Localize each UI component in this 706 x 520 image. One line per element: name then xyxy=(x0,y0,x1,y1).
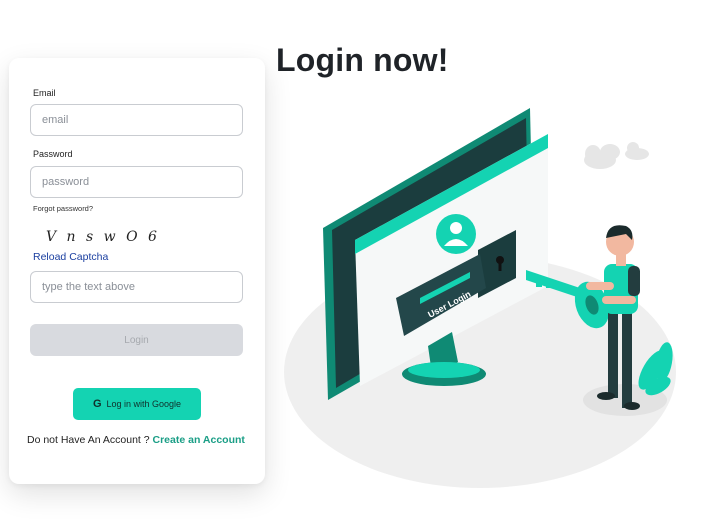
cloud-icon xyxy=(584,144,620,169)
cloud-icon xyxy=(625,142,649,160)
password-label: Password xyxy=(33,149,73,159)
captcha-input[interactable] xyxy=(30,271,243,303)
signup-row: Do not Have An Account ? Create an Accou… xyxy=(27,434,251,446)
signup-prompt: Do not Have An Account ? xyxy=(27,434,150,446)
login-page: Login now! Email Password Forgot passwor… xyxy=(0,0,706,520)
login-card: Email Password Forgot password? V n s w … xyxy=(9,58,265,484)
google-icon: G xyxy=(92,398,102,410)
reload-captcha-link[interactable]: Reload Captcha xyxy=(33,251,108,263)
email-label: Email xyxy=(33,88,56,98)
google-login-button[interactable]: G Log in with Google xyxy=(73,388,201,420)
forgot-password-link[interactable]: Forgot password? xyxy=(33,204,93,213)
page-title: Login now! xyxy=(276,42,449,78)
email-field[interactable] xyxy=(30,104,243,136)
login-illustration: User Login xyxy=(284,108,676,488)
password-field[interactable] xyxy=(30,166,243,198)
login-button[interactable]: Login xyxy=(30,324,243,356)
captcha-image: V n s w O 6 xyxy=(46,229,160,245)
create-account-link[interactable]: Create an Account xyxy=(153,434,245,446)
google-login-label: Log in with Google xyxy=(106,399,182,409)
